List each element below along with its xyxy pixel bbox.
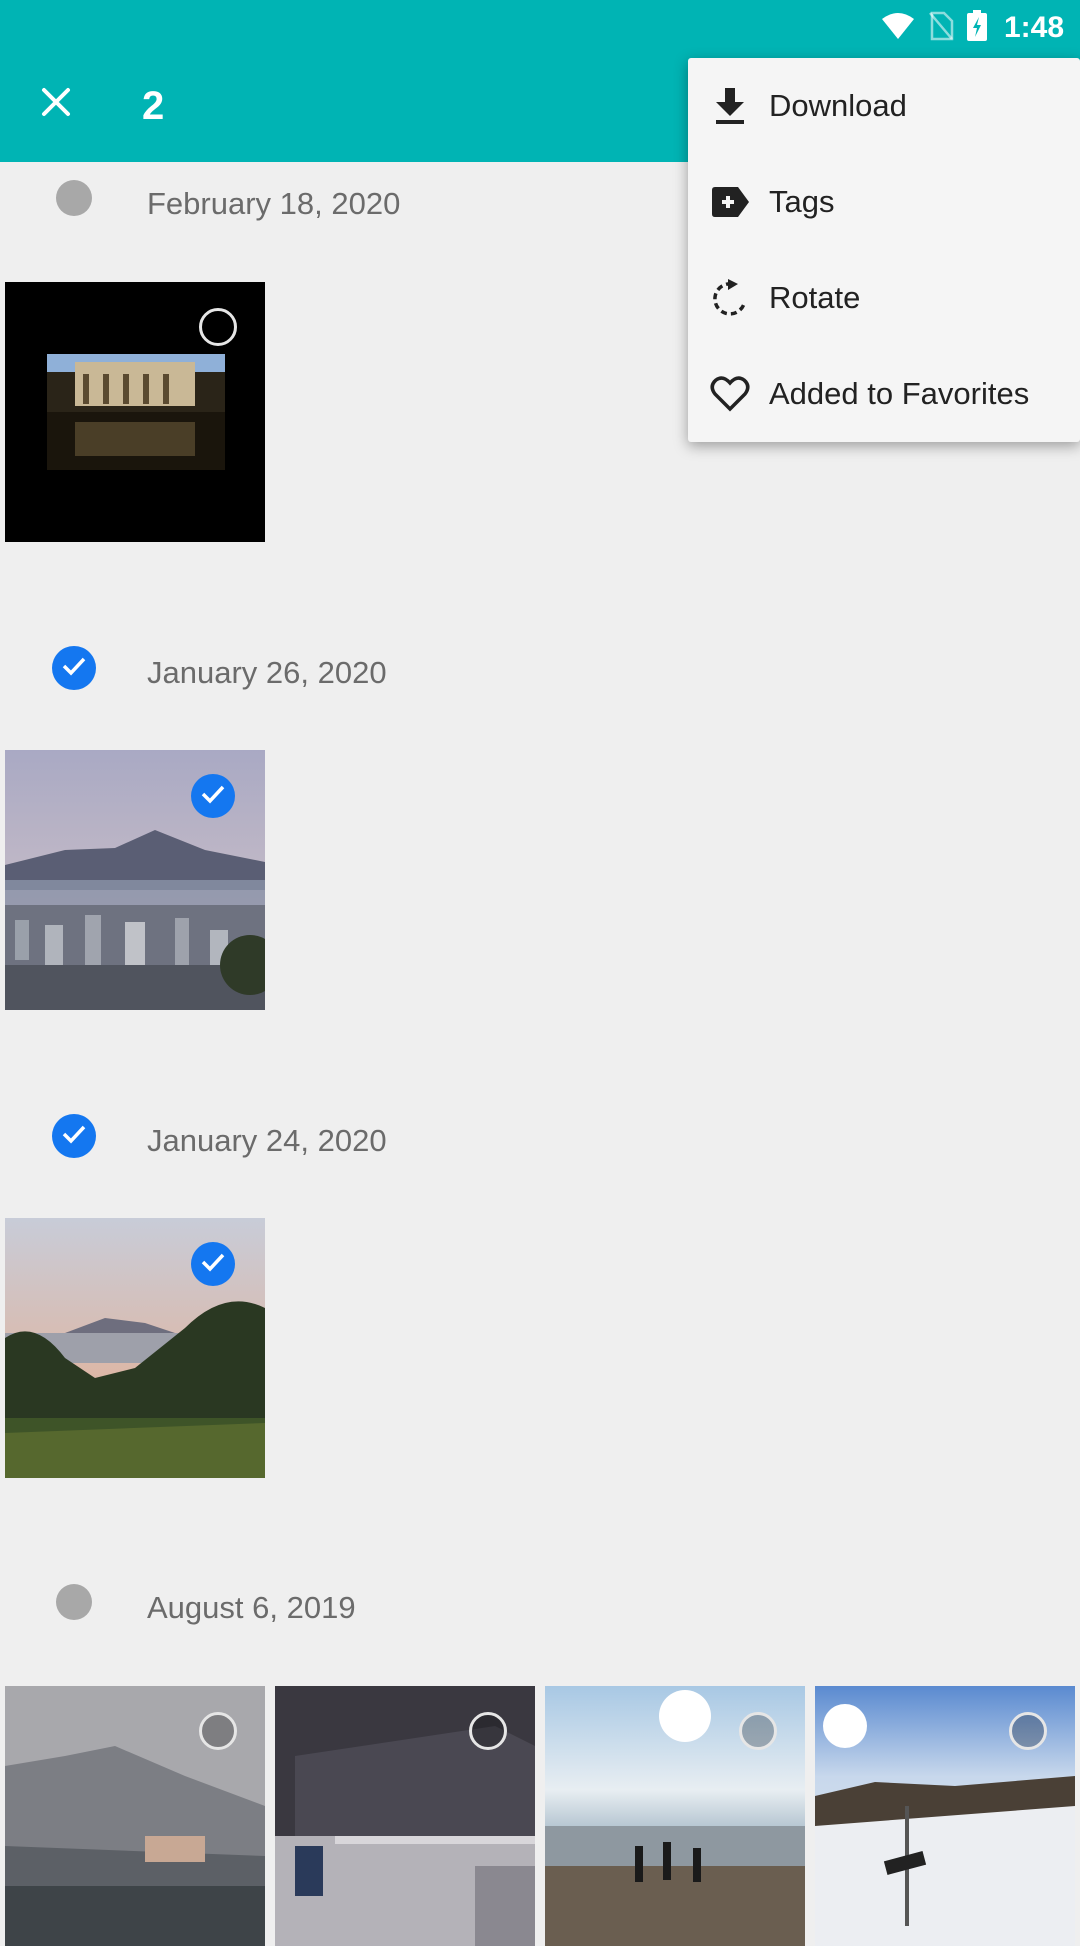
photo-select-toggle[interactable] [739,1712,777,1750]
checkmark-icon [200,784,226,809]
photo-thumbnail[interactable] [815,1686,1075,1946]
photo-thumbnail[interactable] [5,750,265,1010]
menu-item-label: Tags [769,184,835,219]
selected-count: 2 [142,84,165,128]
photo-thumbnail[interactable] [5,1686,265,1946]
checkmark-icon [200,1252,226,1277]
section-select-toggle[interactable] [52,1114,96,1158]
section-date: January 26, 2020 [147,655,387,690]
photo-select-toggle[interactable] [191,1242,235,1286]
close-selection-button[interactable] [30,78,82,130]
menu-item-label: Added to Favorites [769,376,1030,411]
status-time: 1:48 [1003,11,1064,44]
photo-thumbnail[interactable] [5,1218,265,1478]
menu-item-label: Rotate [769,280,861,315]
section-date: February 18, 2020 [147,186,401,221]
download-icon [708,84,752,128]
tag-add-icon [708,180,752,224]
menu-item-download[interactable]: Download [688,58,1080,154]
photo-select-toggle[interactable] [191,774,235,818]
menu-item-tags[interactable]: Tags [688,154,1080,250]
section-date: August 6, 2019 [147,1590,356,1625]
menu-item-label: Download [769,88,907,123]
photo-select-toggle[interactable] [1009,1712,1047,1750]
no-sim-icon [928,11,954,46]
wifi-icon [880,11,916,46]
section-select-toggle[interactable] [56,1584,92,1620]
checkmark-icon [61,1124,87,1149]
photo-thumbnail[interactable] [545,1686,805,1946]
battery-charging-icon [966,9,988,47]
section-select-toggle[interactable] [56,180,92,216]
section-select-toggle[interactable] [52,646,96,690]
rotate-icon [708,276,752,320]
photo-thumbnail[interactable] [5,282,265,542]
overflow-menu: Download Tags Rotate Added to Favorites [688,58,1080,442]
close-icon [40,86,72,123]
menu-item-rotate[interactable]: Rotate [688,250,1080,346]
photo-select-toggle[interactable] [469,1712,507,1750]
photo-select-toggle[interactable] [199,1712,237,1750]
menu-item-favorites[interactable]: Added to Favorites [688,346,1080,442]
photo-thumbnail[interactable] [275,1686,535,1946]
section-date: January 24, 2020 [147,1123,387,1158]
photo-select-toggle[interactable] [199,308,237,346]
status-bar: 1:48 [880,8,1064,48]
checkmark-icon [61,656,87,681]
heart-icon [708,372,752,416]
